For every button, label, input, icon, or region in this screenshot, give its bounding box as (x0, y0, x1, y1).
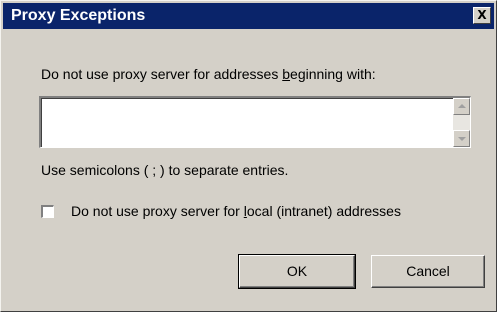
cancel-button[interactable]: Cancel (371, 255, 485, 288)
title-bar[interactable]: Proxy Exceptions X (3, 3, 494, 29)
scroll-down-button[interactable] (453, 130, 470, 147)
checkbox-label-start: Do not use proxy server for (71, 203, 244, 219)
arrow-up-icon (458, 104, 466, 108)
vertical-scrollbar[interactable] (453, 98, 470, 147)
close-icon: X (477, 8, 487, 22)
ok-button[interactable]: OK (238, 254, 356, 289)
close-button[interactable]: X (473, 7, 491, 24)
scroll-up-button[interactable] (453, 98, 470, 115)
window-title: Proxy Exceptions (11, 7, 146, 24)
checkbox-label-end: ocal (intranet) addresses (246, 203, 401, 219)
separator-hint: Use semicolons ( ; ) to separate entries… (41, 162, 289, 178)
arrow-down-icon (458, 137, 466, 141)
exceptions-field[interactable] (39, 96, 471, 148)
local-addresses-checkbox[interactable] (41, 205, 54, 218)
proxy-exceptions-dialog: Proxy Exceptions X Do not use proxy serv… (0, 0, 497, 312)
exceptions-prompt-label: Do not use proxy server for addresses be… (41, 65, 376, 83)
prompt-accelerator-key: b (282, 66, 291, 82)
prompt-text-end: eginning with: (290, 66, 376, 82)
prompt-text-start: Do not use proxy server for addresses (41, 66, 283, 82)
exceptions-input[interactable] (45, 102, 445, 142)
local-addresses-label[interactable]: Do not use proxy server for local (intra… (71, 202, 401, 220)
